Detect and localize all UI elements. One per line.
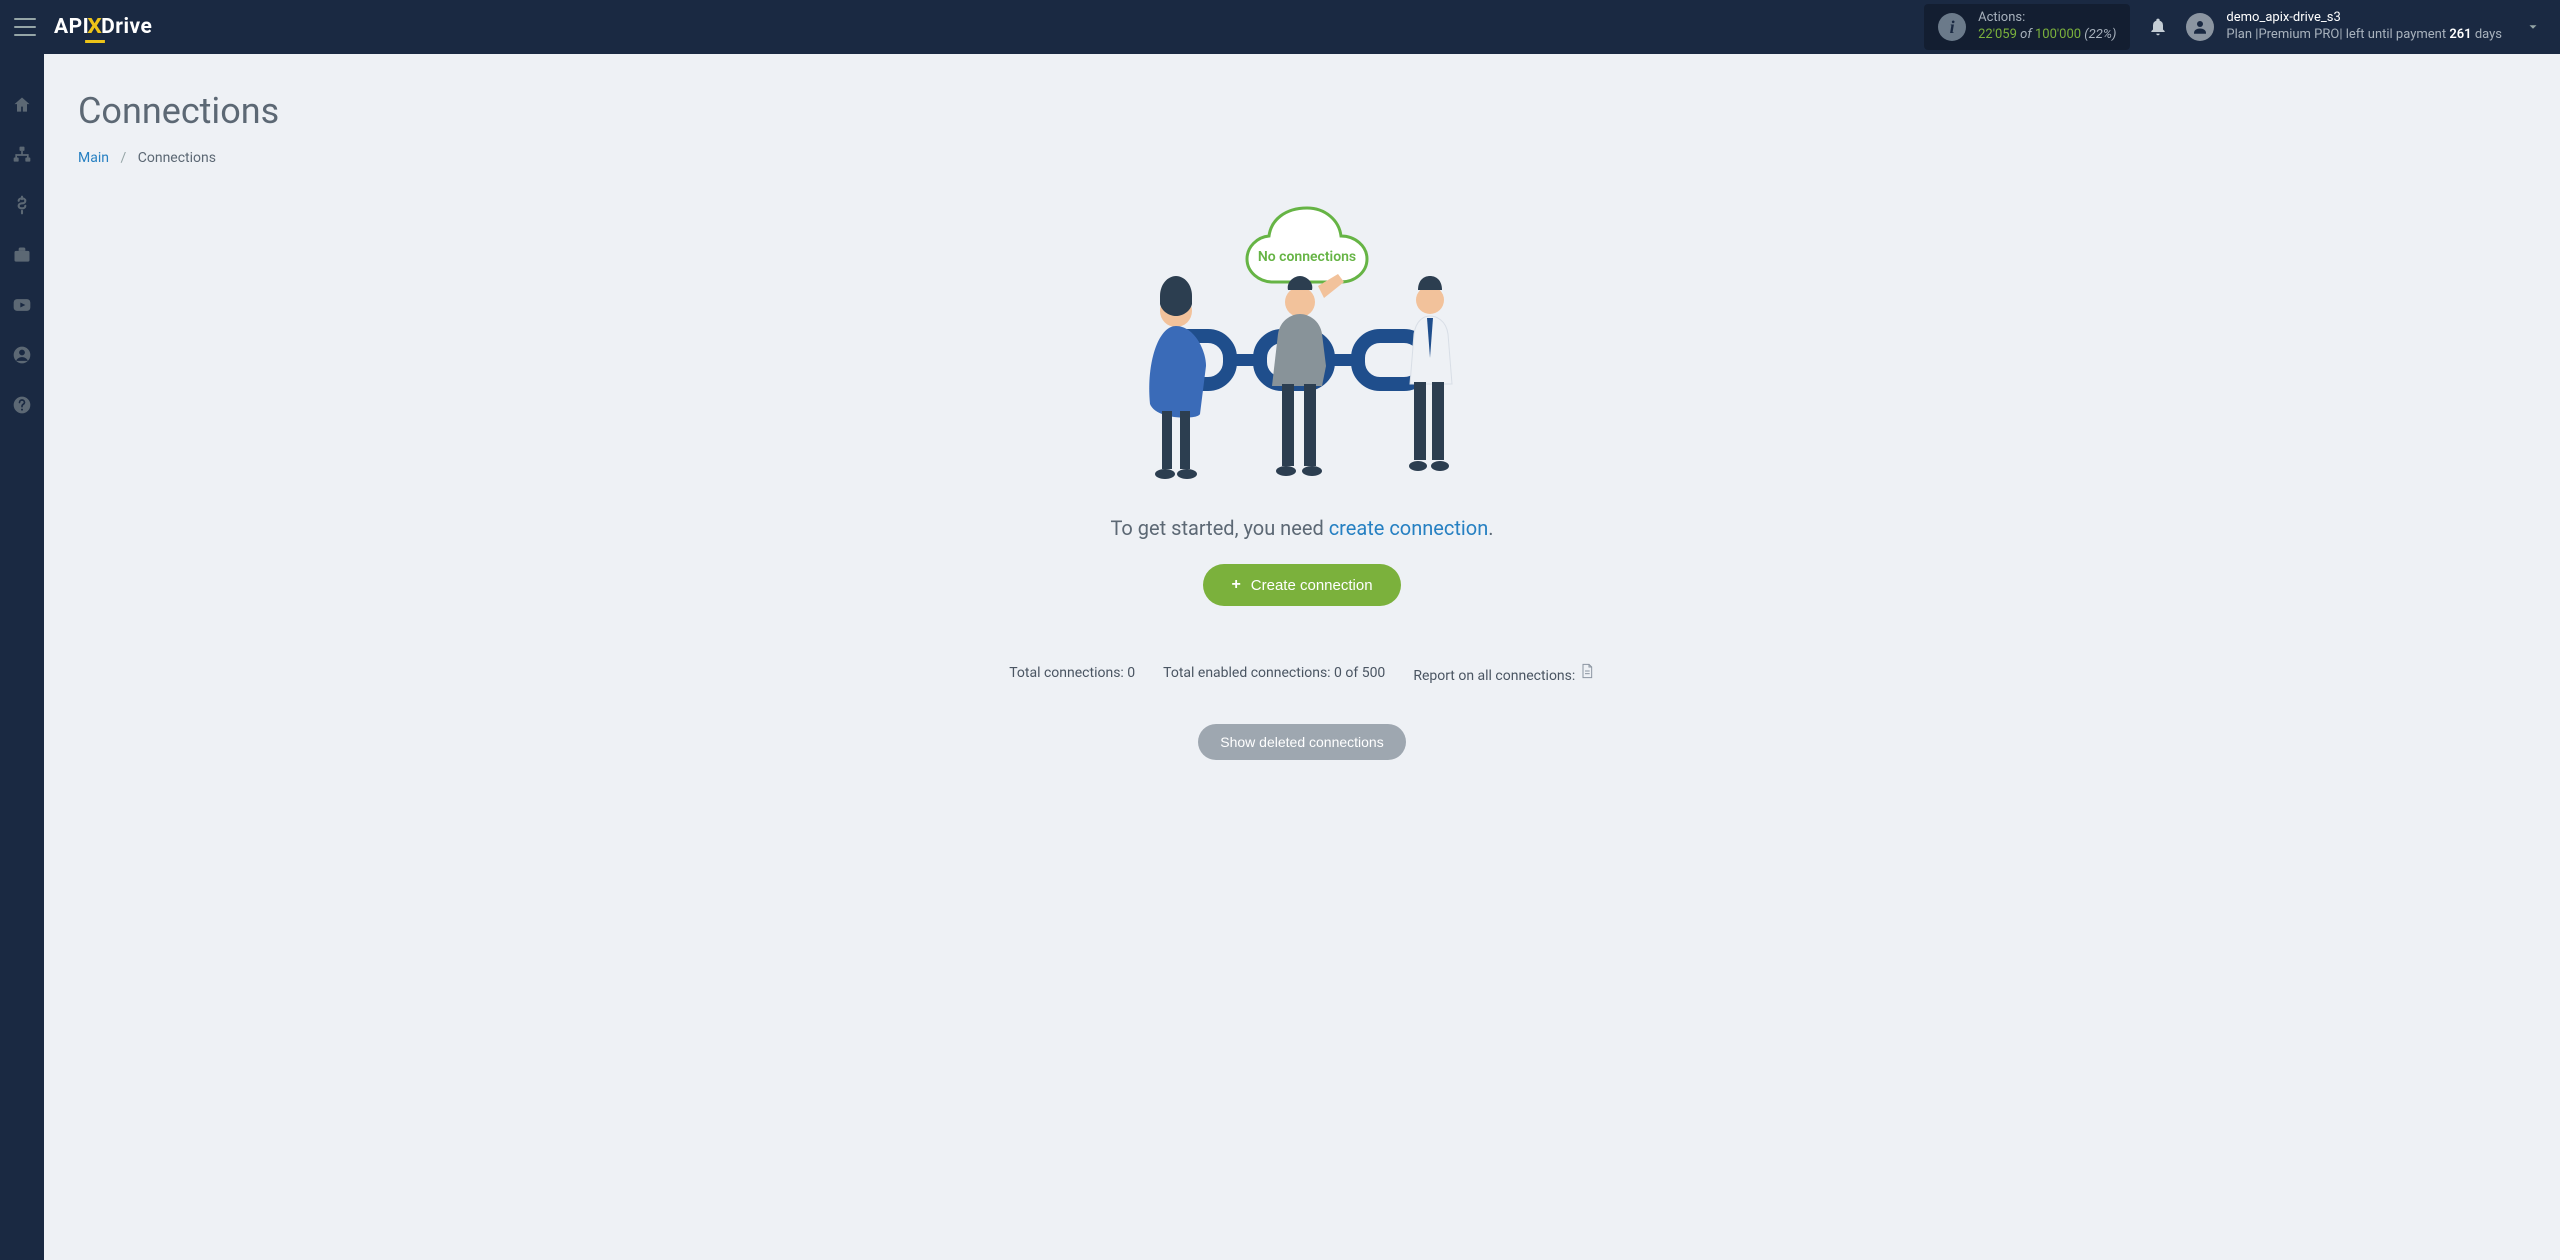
header-right: i Actions: 22'059 of 100'000 (22%) demo_… [1924,4,2540,50]
create-button-label: Create connection [1251,577,1373,594]
empty-illustration: No connections [1132,196,1472,496]
plus-icon: + [1231,576,1240,594]
create-connection-button[interactable]: + Create connection [1203,564,1400,606]
actions-total: 100'000 [2035,27,2081,42]
create-connection-link[interactable]: create connection [1329,516,1489,540]
svg-text:No connections: No connections [1258,249,1356,265]
actions-pct: (22%) [2084,27,2116,42]
stat-report: Report on all connections: [1413,662,1594,684]
user-name: demo_apix-drive_s3 [2226,10,2502,27]
person-middle [1272,274,1344,476]
breadcrumb: Main / Connections [78,150,2526,166]
stats-row: Total connections: 0 Total enabled conne… [1009,662,1595,684]
show-deleted-button[interactable]: Show deleted connections [1198,724,1405,760]
actions-label: Actions: [1978,10,2116,27]
document-icon[interactable] [1579,662,1595,680]
stat-enabled: Total enabled connections: 0 of 500 [1163,665,1385,681]
plan-mid: | left until payment [2339,27,2449,42]
logo-text-b: Drive [101,15,152,39]
main: Connections Main / Connections No connec… [44,54,2560,796]
getstarted-text: To get started, you need create connecti… [1110,516,1493,540]
chevron-down-icon [2526,20,2540,34]
getstarted-a: To get started, you need [1110,516,1328,540]
person-left [1149,276,1206,479]
stat-report-label: Report on all connections: [1413,668,1575,684]
user-block[interactable]: demo_apix-drive_s3 Plan |Premium PRO| le… [2186,10,2540,44]
plan-days: 261 [2449,27,2471,42]
actions-text: Actions: 22'059 of 100'000 (22%) [1978,10,2116,44]
header: APIXDrive i Actions: 22'059 of 100'000 (… [0,0,2560,54]
getstarted-b: . [1488,516,1493,540]
avatar-icon [2186,13,2214,41]
sidebar-item-connections[interactable] [11,144,33,166]
plan-suffix: days [2472,27,2502,42]
actions-numbers: 22'059 of 100'000 (22%) [1978,27,2116,44]
sidebar-item-video[interactable] [11,294,33,316]
actions-box[interactable]: i Actions: 22'059 of 100'000 (22%) [1924,4,2130,50]
hamburger-icon[interactable] [14,18,36,36]
breadcrumb-current: Connections [138,150,216,166]
user-plan: Plan |Premium PRO| left until payment 26… [2226,27,2502,44]
sidebar [0,54,44,1260]
plan-prefix: Plan | [2226,27,2258,42]
info-icon: i [1938,13,1966,41]
plan-name: Premium PRO [2258,27,2339,42]
logo-x-icon: X [88,15,103,39]
logo[interactable]: APIXDrive [54,15,152,39]
sidebar-item-billing[interactable] [11,194,33,216]
actions-of: of [2020,27,2032,42]
user-text: demo_apix-drive_s3 Plan |Premium PRO| le… [2226,10,2502,44]
breadcrumb-main[interactable]: Main [78,150,109,166]
logo-text-a: API [54,15,89,39]
cloud-icon: No connections [1247,208,1367,282]
person-right [1409,276,1452,471]
actions-used: 22'059 [1978,27,2017,42]
sidebar-item-briefcase[interactable] [11,244,33,266]
sidebar-item-help[interactable] [11,394,33,416]
bell-icon[interactable] [2148,17,2168,37]
breadcrumb-sep: / [120,150,126,166]
stat-total: Total connections: 0 [1009,665,1135,681]
empty-state: No connections [78,196,2526,760]
sidebar-item-account[interactable] [11,344,33,366]
sidebar-item-home[interactable] [11,94,33,116]
page-title: Connections [78,90,2526,132]
